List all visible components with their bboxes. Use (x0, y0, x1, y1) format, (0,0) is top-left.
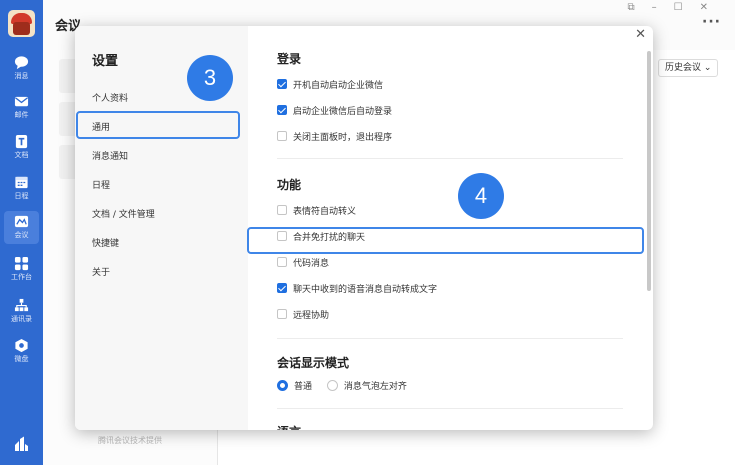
scrollbar[interactable] (647, 51, 651, 291)
radio-label: 普通 (294, 382, 313, 392)
message-icon (14, 56, 29, 70)
step-badge-3: 3 (187, 55, 233, 101)
step-badge-4: 4 (458, 173, 504, 219)
option-label: 开机自动启动企业微信 (293, 81, 384, 91)
maximize-icon[interactable]: ☐ (674, 2, 700, 13)
calendar-icon (15, 176, 28, 189)
option-remote-assist[interactable]: 远程协助 (277, 309, 329, 321)
rail-item-meeting[interactable]: 会议 (4, 211, 39, 244)
radio-normal[interactable]: 普通 (277, 380, 313, 392)
option-label: 启动企业微信后自动登录 (293, 107, 393, 117)
option-auto-login[interactable]: 启动企业微信后自动登录 (277, 105, 392, 117)
left-rail: 消息 邮件 文档 日程 会议 工作台 通讯录 微盘 (0, 0, 43, 465)
close-icon[interactable]: ✕ (635, 27, 646, 42)
doc-icon (15, 134, 28, 149)
option-label: 远程协助 (293, 311, 330, 321)
section-title-features: 功能 (277, 178, 302, 192)
display-mode-radio-group: 普通 消息气泡左对齐 (277, 379, 419, 392)
option-exit-on-close[interactable]: 关闭主面板时，退出程序 (277, 131, 392, 143)
restore-icon[interactable]: ⧉ (628, 2, 652, 13)
option-label: 聊天中收到的语音消息自动转成文字 (293, 285, 438, 295)
app-logo-icon[interactable] (13, 436, 29, 452)
checkbox[interactable] (277, 131, 287, 141)
settings-menu-about[interactable]: 关于 (92, 265, 110, 278)
radio-button[interactable] (277, 380, 288, 391)
option-label: 表情符自动转义 (293, 207, 357, 217)
section-title-display: 会话显示模式 (277, 356, 350, 370)
more-icon[interactable]: ··· (702, 14, 721, 30)
option-emoji-escape[interactable]: 表情符自动转义 (277, 205, 356, 217)
rail-item-mail[interactable]: 邮件 (0, 91, 43, 124)
checkbox[interactable] (277, 79, 287, 89)
divider (277, 408, 623, 409)
rail-item-contacts[interactable]: 通讯录 (0, 295, 43, 328)
chevron-down-icon: ⌄ (703, 63, 712, 73)
minimize-icon[interactable]: – (652, 2, 674, 13)
rail-label: 会议 (14, 231, 29, 239)
rail-label: 文档 (14, 151, 29, 159)
rail-label: 微盘 (14, 355, 29, 363)
option-label: 代码消息 (293, 259, 330, 269)
meeting-icon (14, 215, 29, 228)
rail-label: 邮件 (14, 111, 29, 119)
checkbox[interactable] (277, 257, 287, 267)
divider (277, 158, 623, 159)
option-code-message[interactable]: 代码消息 (277, 257, 329, 269)
rail-item-messages[interactable]: 消息 (0, 52, 43, 85)
settings-menu-calendar[interactable]: 日程 (92, 178, 110, 191)
avatar[interactable] (8, 10, 35, 37)
history-meetings-button[interactable]: 历史会议 ⌄ (658, 59, 719, 77)
highlight-general-menu (76, 111, 240, 139)
settings-title: 设置 (92, 54, 119, 69)
contacts-icon (14, 298, 29, 312)
radio-bubble-left[interactable]: 消息气泡左对齐 (326, 380, 407, 392)
history-button-label: 历史会议 (665, 63, 702, 73)
option-auto-start[interactable]: 开机自动启动企业微信 (277, 79, 383, 91)
rail-item-drive[interactable]: 微盘 (0, 335, 43, 368)
drive-icon (15, 338, 28, 353)
checkbox[interactable] (277, 309, 287, 319)
rail-label: 通讯录 (11, 315, 32, 323)
rail-label: 日程 (14, 192, 29, 200)
radio-label: 消息气泡左对齐 (343, 382, 407, 392)
option-label: 关闭主面板时，退出程序 (293, 133, 393, 143)
footnote: 腾讯会议技术提供 (98, 436, 162, 445)
rail-label: 工作台 (11, 273, 32, 281)
option-voice-to-text[interactable]: 聊天中收到的语音消息自动转成文字 (277, 283, 437, 295)
checkbox[interactable] (277, 205, 287, 215)
rail-item-calendar[interactable]: 日程 (0, 172, 43, 205)
settings-menu-shortcuts[interactable]: 快捷键 (92, 236, 119, 249)
divider (277, 338, 623, 339)
settings-menu-files[interactable]: 文档 / 文件管理 (92, 207, 155, 220)
close-window-icon[interactable]: ✕ (700, 2, 725, 13)
mail-icon (14, 96, 29, 107)
window-controls[interactable]: ⧉–☐✕ (628, 2, 726, 13)
section-title-language: 语言 (277, 423, 301, 430)
radio-button[interactable] (326, 380, 338, 391)
settings-menu-notifications[interactable]: 消息通知 (92, 149, 128, 162)
rail-label: 消息 (14, 72, 29, 80)
highlight-merge-muted-option (247, 227, 644, 254)
checkbox[interactable] (277, 283, 287, 293)
section-title-login: 登录 (277, 52, 302, 66)
settings-menu-profile[interactable]: 个人资料 (92, 91, 128, 104)
workbench-icon (14, 256, 29, 271)
checkbox[interactable] (277, 105, 287, 115)
rail-item-workbench[interactable]: 工作台 (0, 253, 43, 286)
rail-item-docs[interactable]: 文档 (0, 131, 43, 164)
